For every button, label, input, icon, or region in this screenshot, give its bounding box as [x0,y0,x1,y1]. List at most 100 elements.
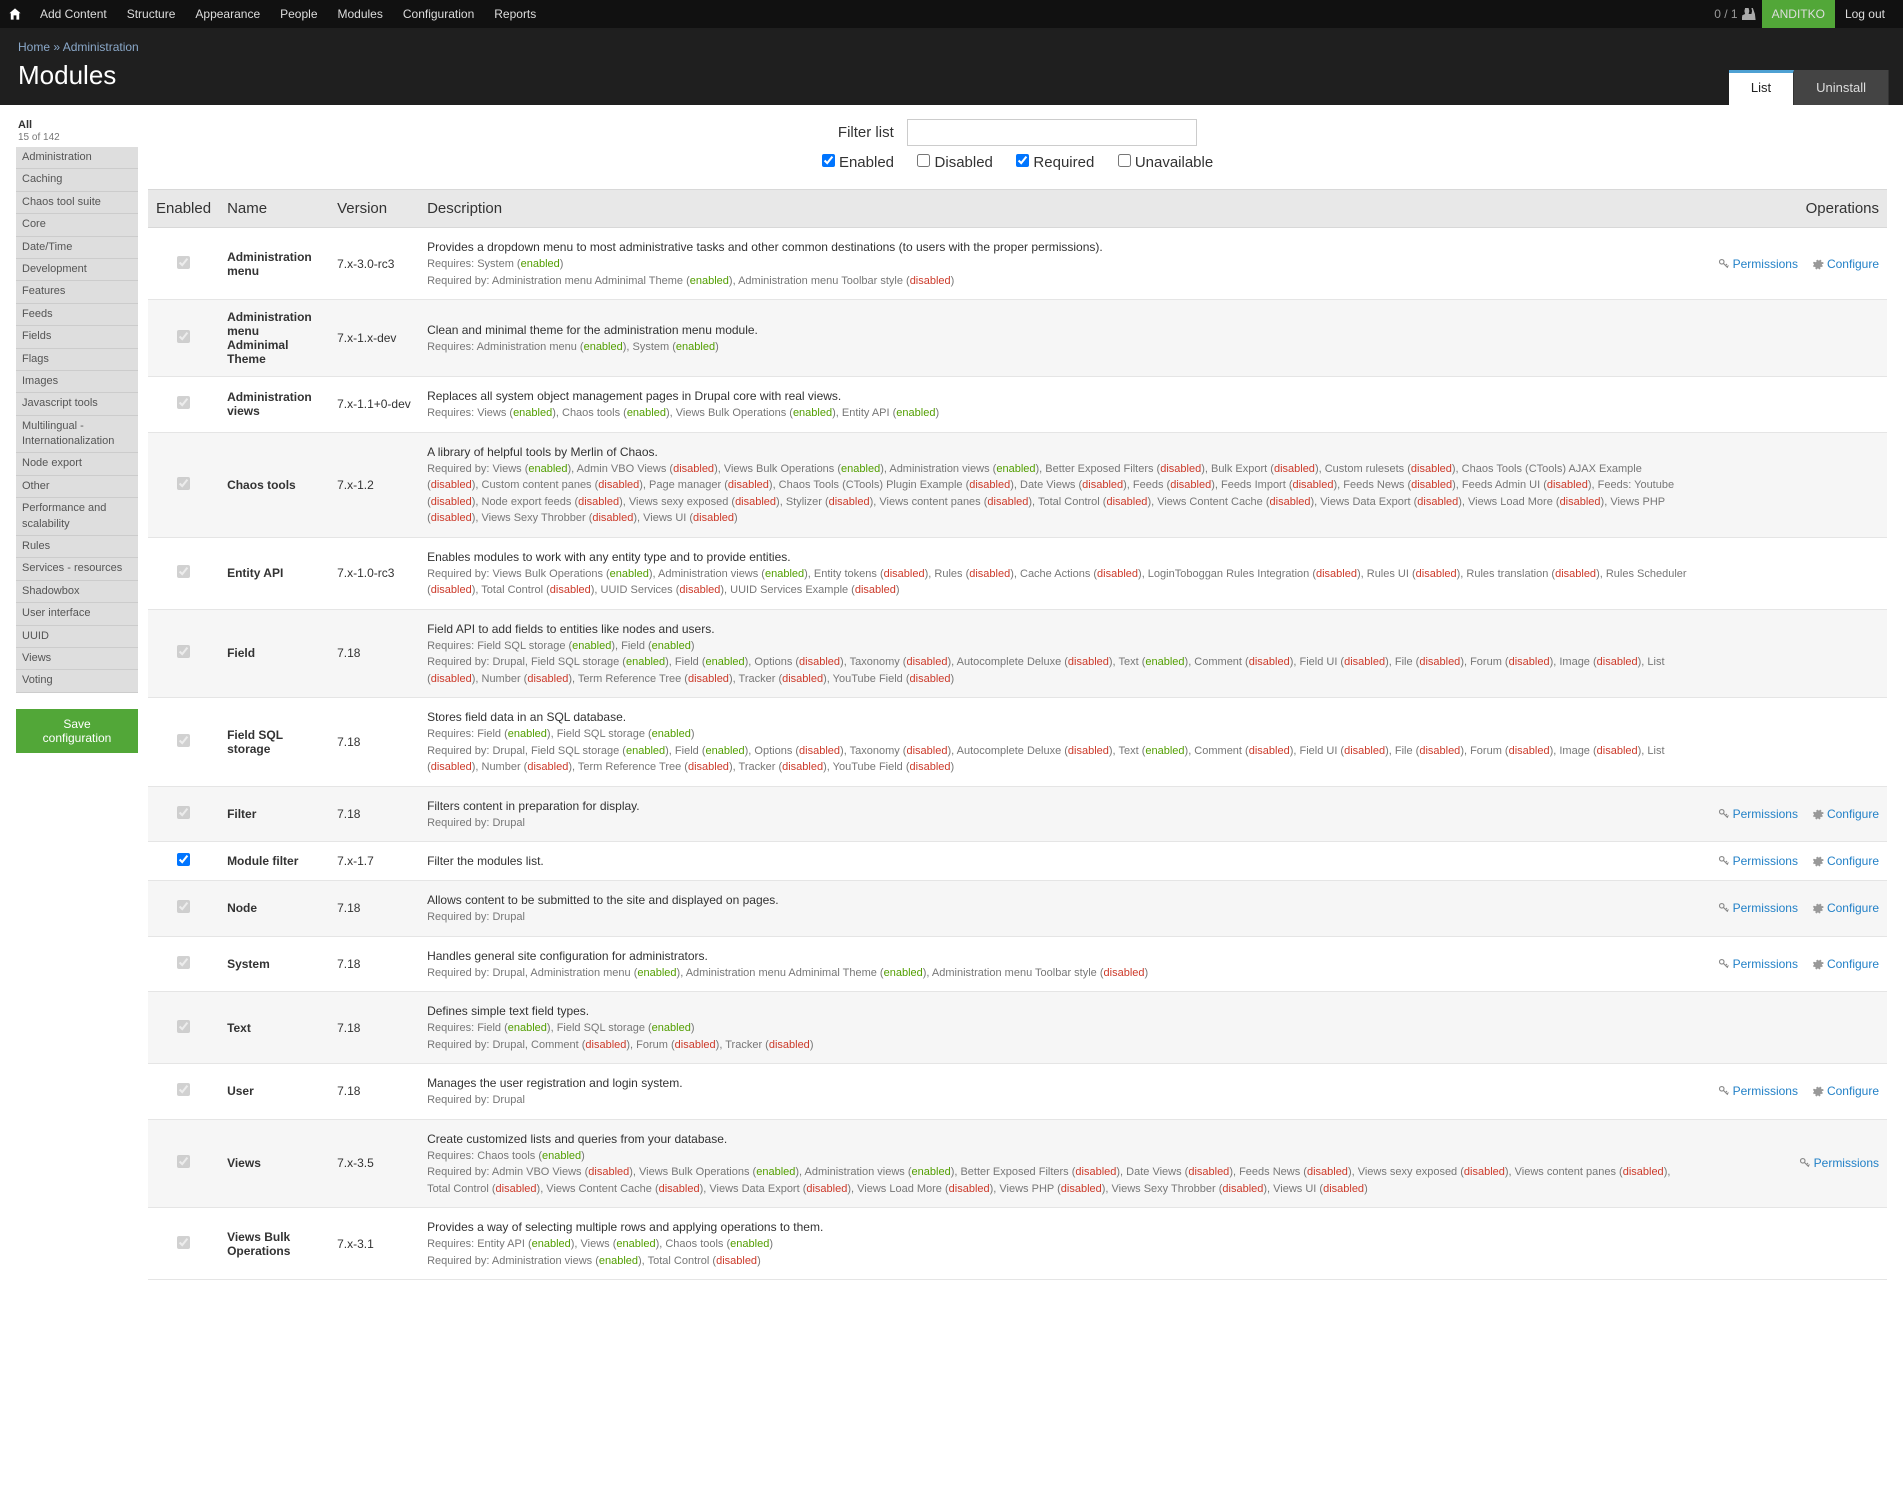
permissions-link[interactable]: Permissions [1718,901,1798,915]
sidebar-item-user-interface[interactable]: User interface [16,603,138,625]
admin-link-configuration[interactable]: Configuration [393,0,484,28]
sidebar-item-flags[interactable]: Flags [16,349,138,371]
module-version: 7.18 [329,786,419,842]
chk-disabled[interactable]: Disabled [917,154,993,171]
configure-link[interactable]: Configure [1812,807,1879,821]
sidebar-item-uuid[interactable]: UUID [16,626,138,648]
th-version[interactable]: Version [329,190,419,228]
category-sidebar: All 15 of 142 AdministrationCachingChaos… [16,115,138,753]
permissions-link[interactable]: Permissions [1718,957,1798,971]
admin-link-appearance[interactable]: Appearance [185,0,270,28]
sidebar-item-voting[interactable]: Voting [16,670,138,692]
sidebar-item-javascript-tools[interactable]: Javascript tools [16,393,138,415]
username-link[interactable]: ANDITKO [1762,0,1835,28]
chk-unavailable[interactable]: Unavailable [1118,154,1214,171]
sidebar-item-caching[interactable]: Caching [16,169,138,191]
th-enabled[interactable]: Enabled [148,190,219,228]
module-description: Filter the modules list. [419,842,1696,881]
admin-link-structure[interactable]: Structure [117,0,186,28]
admin-toolbar: Add ContentStructureAppearancePeopleModu… [0,0,1903,28]
modules-main: Filter list Enabled Disabled Required Un… [148,115,1887,1280]
module-name: Views Bulk Operations [219,1208,329,1280]
logout-link[interactable]: Log out [1835,0,1895,28]
module-operations [1696,1208,1887,1280]
module-name: Views [219,1119,329,1208]
module-name: Administration menu [219,228,329,300]
sidebar-item-rules[interactable]: Rules [16,536,138,558]
table-row: Entity API7.x-1.0-rc3Enables modules to … [148,537,1887,609]
enable-checkbox [177,1083,190,1096]
sidebar-item-multilingual-internationalization[interactable]: Multilingual - Internationalization [16,416,138,454]
tab-list[interactable]: List [1729,70,1794,105]
sidebar-item-performance-and-scalability[interactable]: Performance and scalability [16,498,138,536]
th-description[interactable]: Description [419,190,1696,228]
page-header: Home » Administration Modules List Unins… [0,28,1903,105]
module-operations [1696,537,1887,609]
module-name: Node [219,881,329,937]
module-description: A library of helpful tools by Merlin of … [419,432,1696,537]
permissions-link[interactable]: Permissions [1718,807,1798,821]
module-operations [1696,992,1887,1064]
sidebar-item-feeds[interactable]: Feeds [16,304,138,326]
breadcrumb-home[interactable]: Home [18,40,50,54]
admin-link-add-content[interactable]: Add Content [30,0,117,28]
admin-link-modules[interactable]: Modules [328,0,393,28]
module-description: Manages the user registration and login … [419,1064,1696,1120]
filter-input[interactable] [907,119,1197,146]
th-name[interactable]: Name [219,190,329,228]
home-icon[interactable] [8,7,22,21]
filter-label: Filter list [838,124,894,141]
table-row: System7.18Handles general site configura… [148,936,1887,992]
module-description: Provides a dropdown menu to most adminis… [419,228,1696,300]
permissions-link[interactable]: Permissions [1799,1156,1879,1170]
configure-link[interactable]: Configure [1812,957,1879,971]
module-name: Chaos tools [219,432,329,537]
th-operations[interactable]: Operations [1696,190,1887,228]
module-description: Filters content in preparation for displ… [419,786,1696,842]
module-description: Enables modules to work with any entity … [419,537,1696,609]
tab-uninstall[interactable]: Uninstall [1794,70,1889,105]
module-version: 7.18 [329,881,419,937]
sidebar-item-shadowbox[interactable]: Shadowbox [16,581,138,603]
module-description: Defines simple text field types.Requires… [419,992,1696,1064]
configure-link[interactable]: Configure [1812,257,1879,271]
admin-link-reports[interactable]: Reports [484,0,546,28]
save-configuration-button[interactable]: Save configuration [16,709,138,753]
sidebar-item-features[interactable]: Features [16,281,138,303]
configure-link[interactable]: Configure [1812,901,1879,915]
table-row: Filter7.18Filters content in preparation… [148,786,1887,842]
sidebar-item-other[interactable]: Other [16,476,138,498]
sidebar-item-core[interactable]: Core [16,214,138,236]
enable-checkbox [177,1020,190,1033]
sidebar-all[interactable]: All 15 of 142 [16,115,138,147]
breadcrumb-current[interactable]: Administration [63,40,139,54]
sidebar-item-services-resources[interactable]: Services - resources [16,558,138,580]
enable-checkbox[interactable] [177,853,190,866]
sidebar-item-fields[interactable]: Fields [16,326,138,348]
sidebar-item-chaos-tool-suite[interactable]: Chaos tool suite [16,192,138,214]
admin-link-people[interactable]: People [270,0,327,28]
permissions-link[interactable]: Permissions [1718,257,1798,271]
sidebar-item-development[interactable]: Development [16,259,138,281]
table-row: Views Bulk Operations7.x-3.1Provides a w… [148,1208,1887,1280]
sidebar-item-images[interactable]: Images [16,371,138,393]
configure-link[interactable]: Configure [1812,1084,1879,1098]
sidebar-item-views[interactable]: Views [16,648,138,670]
module-description: Allows content to be submitted to the si… [419,881,1696,937]
module-version: 7.x-1.x-dev [329,300,419,377]
configure-link[interactable]: Configure [1812,854,1879,868]
module-operations [1696,377,1887,433]
sidebar-item-administration[interactable]: Administration [16,147,138,169]
module-version: 7.18 [329,992,419,1064]
sidebar-item-node-export[interactable]: Node export [16,453,138,475]
sidebar-item-date-time[interactable]: Date/Time [16,237,138,259]
chk-required[interactable]: Required [1016,154,1094,171]
permissions-link[interactable]: Permissions [1718,1084,1798,1098]
enable-checkbox [177,1236,190,1249]
chk-enabled[interactable]: Enabled [822,154,894,171]
module-version: 7.x-3.0-rc3 [329,228,419,300]
enable-checkbox [177,477,190,490]
module-operations: Permissions Configure [1696,842,1887,881]
module-name: Administration menu Adminimal Theme [219,300,329,377]
permissions-link[interactable]: Permissions [1718,854,1798,868]
